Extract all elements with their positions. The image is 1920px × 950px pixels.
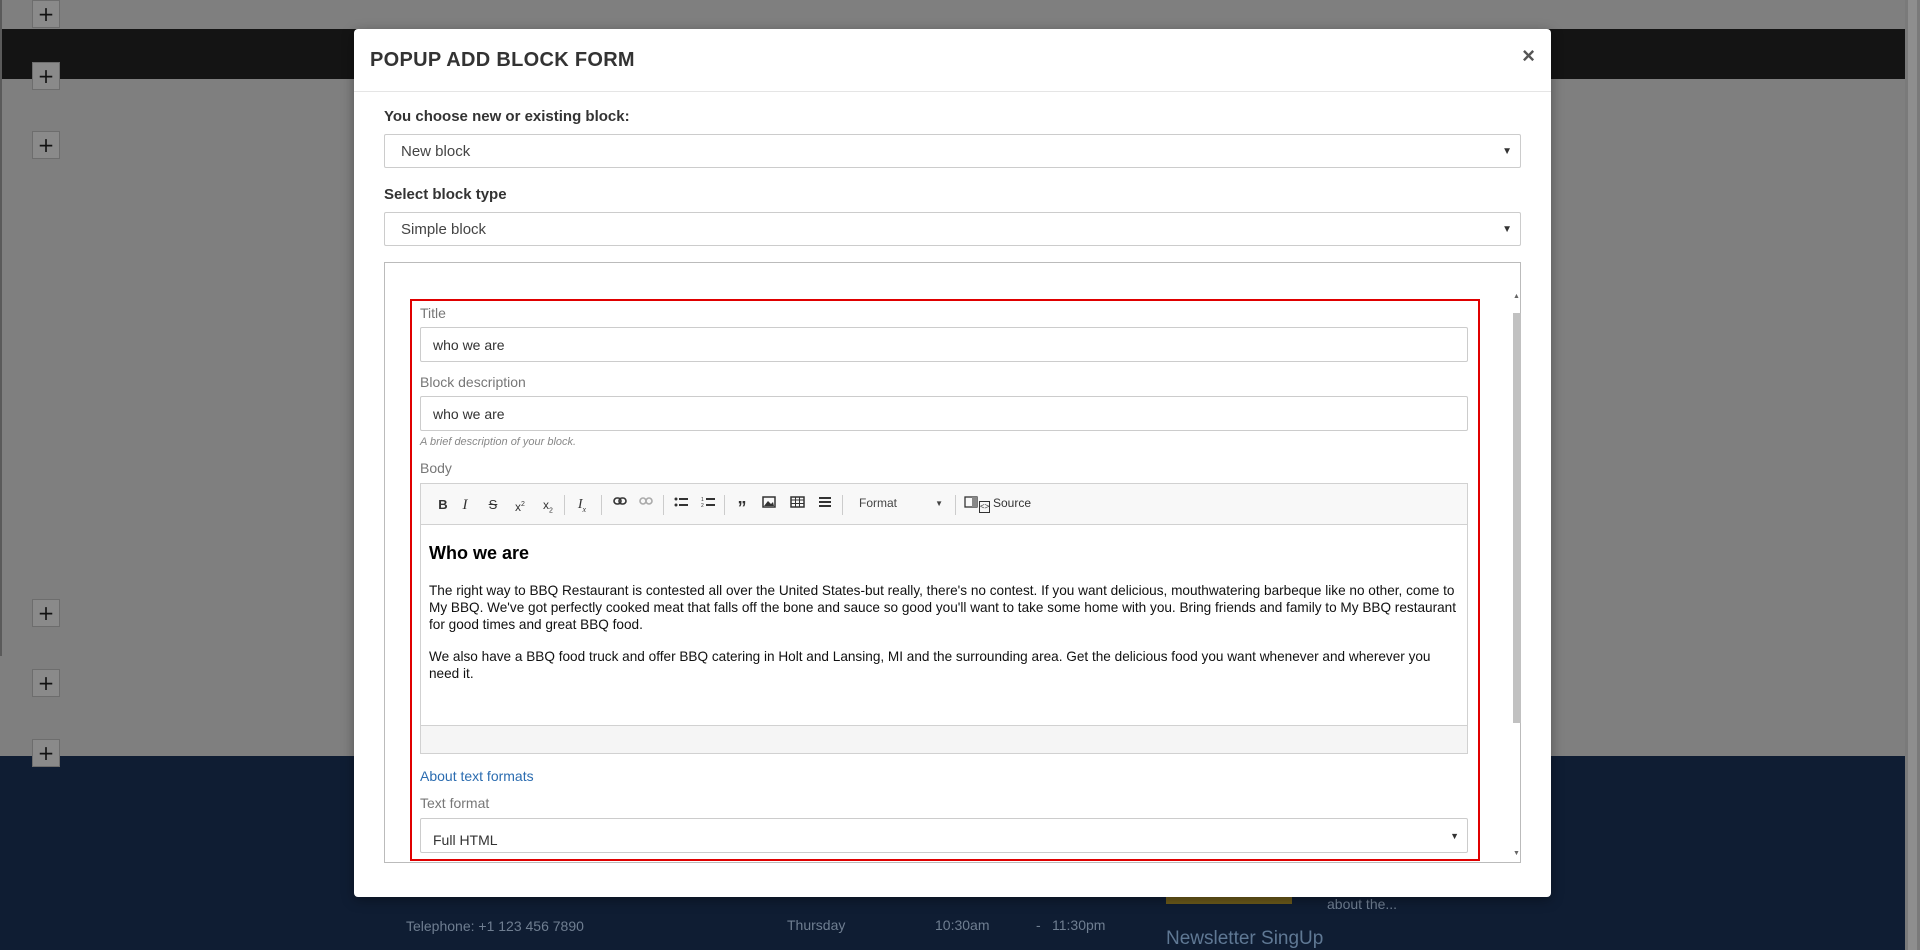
add-block-plus-button[interactable]: +	[32, 739, 60, 767]
remove-format-icon[interactable]: Ix	[572, 496, 592, 514]
content-heading: Who we are	[429, 543, 530, 563]
add-block-plus-button[interactable]: +	[32, 669, 60, 697]
editor-toolbar: B I S x2 x2 Ix 12 ” Format ▼ <> Source	[421, 484, 1467, 525]
content-paragraph: The right way to BBQ Restaurant is conte…	[429, 583, 1457, 632]
toolbar-separator	[955, 495, 956, 515]
footer-hours-day: Thursday	[787, 917, 846, 933]
toolbar-separator	[724, 495, 725, 515]
toolbar-separator	[842, 495, 843, 515]
block-description-help: A brief description of your block.	[420, 436, 577, 448]
scroll-up-icon[interactable]: ▲	[1513, 293, 1520, 300]
italic-icon[interactable]: I	[455, 496, 475, 514]
block-form-highlight: Title who we are Block description who w…	[410, 299, 1480, 861]
footer-hours-open: 10:30am	[935, 917, 990, 933]
choose-block-value: New block	[401, 143, 471, 160]
format-dropdown[interactable]: Format ▼	[859, 496, 949, 510]
source-button-label: Source	[993, 496, 1032, 510]
page-scrollbar-thumb[interactable]	[1908, 0, 1917, 950]
image-icon[interactable]	[759, 496, 779, 514]
table-icon[interactable]	[787, 496, 807, 514]
bulleted-list-icon[interactable]	[671, 496, 691, 514]
modal-header: POPUP ADD BLOCK FORM ×	[354, 29, 1551, 92]
subscript-icon[interactable]: x2	[538, 496, 558, 514]
modal-title: POPUP ADD BLOCK FORM	[370, 49, 635, 71]
footer-phone: Telephone: +1 123 456 7890	[406, 918, 584, 934]
unlink-icon[interactable]	[636, 496, 656, 514]
numbered-list-icon[interactable]: 12	[698, 496, 718, 514]
source-icon: <>	[979, 501, 990, 513]
block-type-select[interactable]: Simple block ▼	[384, 212, 1521, 246]
footer-hours-dash: -	[1036, 917, 1041, 933]
add-block-plus-button[interactable]: +	[32, 131, 60, 159]
chevron-down-icon: ▼	[1502, 224, 1512, 235]
add-block-plus-button[interactable]: +	[32, 0, 60, 28]
add-block-plus-button[interactable]: +	[32, 599, 60, 627]
strikethrough-icon[interactable]: S	[483, 496, 503, 514]
close-icon[interactable]: ×	[1522, 45, 1535, 67]
blockquote-icon[interactable]: ”	[732, 496, 752, 518]
footer-hours-close: 11:30pm	[1052, 917, 1106, 933]
title-label: Title	[420, 305, 446, 321]
toolbar-separator	[663, 495, 664, 515]
toolbar-separator	[601, 495, 602, 515]
left-edge-divider	[0, 0, 2, 656]
body-rich-text-editor: B I S x2 x2 Ix 12 ” Format ▼ <> Source W…	[420, 483, 1468, 754]
body-label: Body	[420, 460, 452, 476]
title-input[interactable]: who we are	[420, 327, 1468, 362]
editor-content-area[interactable]: Who we are The right way to BBQ Restaura…	[421, 525, 1467, 725]
horizontal-line-icon[interactable]	[815, 496, 835, 514]
chevron-down-icon: ▼	[1450, 831, 1459, 841]
add-block-plus-button[interactable]: +	[32, 62, 60, 90]
block-type-value: Simple block	[401, 221, 487, 238]
add-block-modal: POPUP ADD BLOCK FORM × You choose new or…	[354, 29, 1551, 897]
maximize-icon[interactable]	[961, 496, 981, 514]
choose-block-select[interactable]: New block ▼	[384, 134, 1521, 168]
text-format-value: Full HTML	[433, 832, 498, 848]
bold-icon[interactable]: B	[433, 496, 453, 514]
block-description-label: Block description	[420, 374, 526, 390]
source-button[interactable]: <> Source	[979, 496, 1031, 513]
scroll-down-icon[interactable]: ▼	[1513, 850, 1520, 857]
block-type-label: Select block type	[384, 186, 507, 203]
editor-status-bar	[421, 725, 1467, 753]
chevron-down-icon: ▼	[1502, 146, 1512, 157]
chevron-down-icon: ▼	[935, 499, 943, 508]
block-description-input[interactable]: who we are	[420, 396, 1468, 431]
newsletter-heading: Newsletter SingUp	[1166, 928, 1324, 949]
text-format-label: Text format	[420, 795, 490, 811]
frame-scrollbar[interactable]: ▲ ▼	[1512, 293, 1522, 857]
svg-text:2: 2	[701, 503, 704, 508]
about-text-formats-link[interactable]: About text formats	[420, 768, 534, 784]
toolbar-separator	[564, 495, 565, 515]
link-icon[interactable]	[610, 496, 630, 514]
text-format-select[interactable]: Full HTML ▼	[420, 818, 1468, 853]
content-paragraph: We also have a BBQ food truck and offer …	[429, 649, 1431, 681]
choose-block-label: You choose new or existing block:	[384, 108, 630, 125]
format-dropdown-label: Format	[859, 496, 898, 510]
footer-about-snippet: about the...	[1327, 896, 1398, 912]
superscript-icon[interactable]: x2	[510, 496, 530, 514]
frame-scrollbar-thumb[interactable]	[1513, 313, 1521, 723]
page-scrollbar[interactable]	[1905, 0, 1920, 950]
